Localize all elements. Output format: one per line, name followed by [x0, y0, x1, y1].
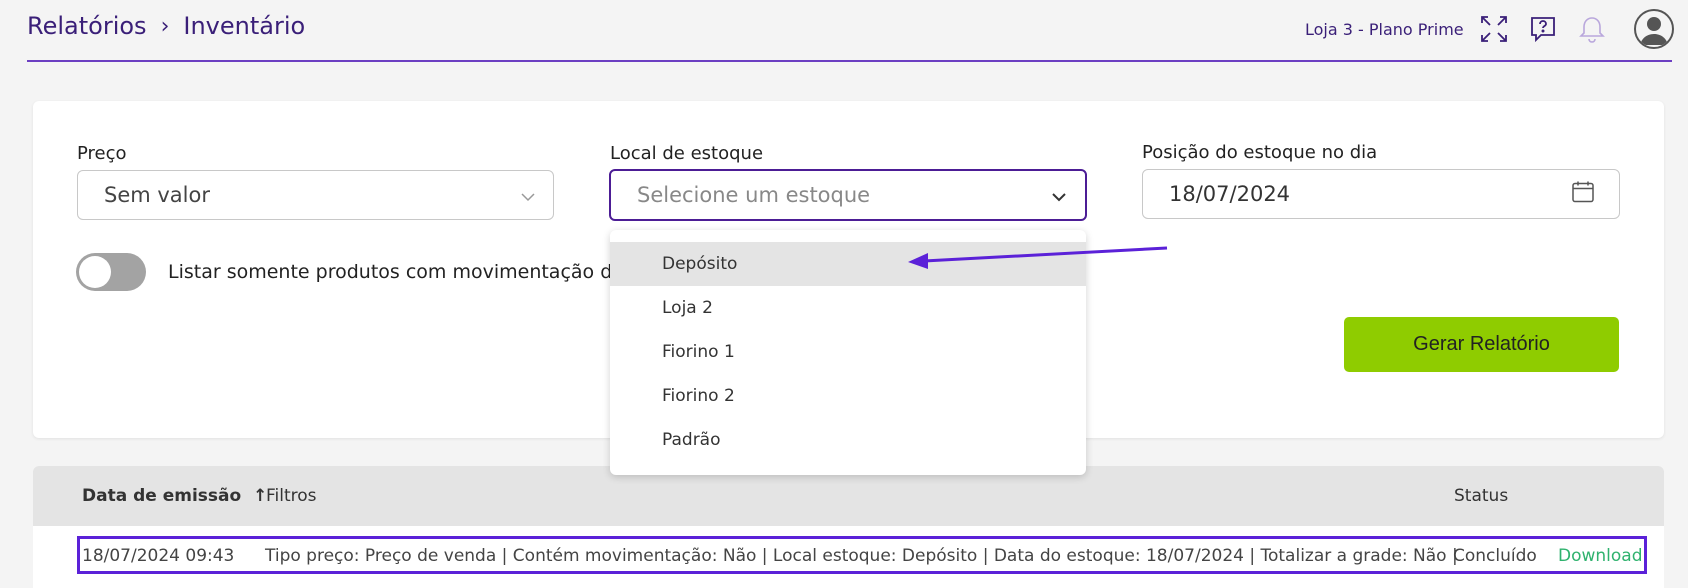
table-header: Data de emissão ↑ Filtros Status — [33, 466, 1664, 526]
movement-toggle-label: Listar somente produtos com movimentação… — [168, 261, 623, 283]
row-date: 18/07/2024 09:43 — [82, 546, 235, 566]
movement-toggle[interactable] — [76, 253, 146, 291]
stock-location-placeholder: Selecione um estoque — [637, 183, 871, 207]
fullscreen-icon[interactable] — [1478, 13, 1510, 45]
dropdown-option[interactable]: Depósito — [610, 242, 1086, 286]
breadcrumb-item-inventario: Inventário — [183, 12, 306, 40]
top-header: Relatórios › Inventário Loja 3 - Plano P… — [27, 0, 1674, 62]
price-label: Preço — [77, 143, 127, 164]
stock-date-input[interactable]: 18/07/2024 — [1142, 169, 1620, 219]
breadcrumb-separator: › — [160, 13, 170, 39]
chevron-down-icon — [521, 183, 535, 207]
user-avatar-icon[interactable] — [1634, 9, 1674, 49]
dropdown-option[interactable]: Padrão — [610, 418, 1086, 462]
calendar-icon[interactable] — [1571, 180, 1595, 209]
breadcrumb: Relatórios › Inventário — [27, 12, 305, 40]
bell-icon[interactable] — [1576, 13, 1608, 45]
dropdown-option[interactable]: Fiorino 1 — [610, 330, 1086, 374]
chevron-down-icon — [1051, 183, 1067, 207]
breadcrumb-item-relatorios[interactable]: Relatórios — [27, 12, 147, 40]
stock-date-label: Posição do estoque no dia — [1142, 142, 1378, 163]
generate-report-button[interactable]: Gerar Relatório — [1344, 317, 1619, 372]
price-select-value: Sem valor — [104, 183, 210, 207]
stock-location-dropdown: Depósito Loja 2 Fiorino 1 Fiorino 2 Padr… — [610, 230, 1086, 475]
stock-location-select[interactable]: Selecione um estoque — [609, 169, 1087, 221]
column-header-status: Status — [1454, 486, 1509, 506]
store-label[interactable]: Loja 3 - Plano Prime — [1305, 20, 1464, 39]
toggle-knob — [79, 256, 111, 288]
column-header-date-label: Data de emissão — [82, 486, 242, 506]
row-status: Concluído — [1453, 546, 1537, 566]
price-select[interactable]: Sem valor — [77, 170, 554, 220]
stock-location-label: Local de estoque — [610, 143, 764, 164]
dropdown-option[interactable]: Fiorino 2 — [610, 374, 1086, 418]
column-header-date[interactable]: Data de emissão ↑ — [82, 486, 267, 506]
reports-table: Data de emissão ↑ Filtros Status 18/07/2… — [33, 466, 1664, 588]
help-icon[interactable] — [1527, 13, 1559, 45]
stock-date-value: 18/07/2024 — [1169, 182, 1291, 206]
table-row: 18/07/2024 09:43 Tipo preço: Preço de ve… — [77, 536, 1647, 574]
dropdown-option[interactable]: Loja 2 — [610, 286, 1086, 330]
download-link[interactable]: Download — [1558, 546, 1643, 566]
row-filters: Tipo preço: Preço de venda | Contém movi… — [265, 546, 1458, 566]
column-header-filters: Filtros — [266, 486, 317, 506]
